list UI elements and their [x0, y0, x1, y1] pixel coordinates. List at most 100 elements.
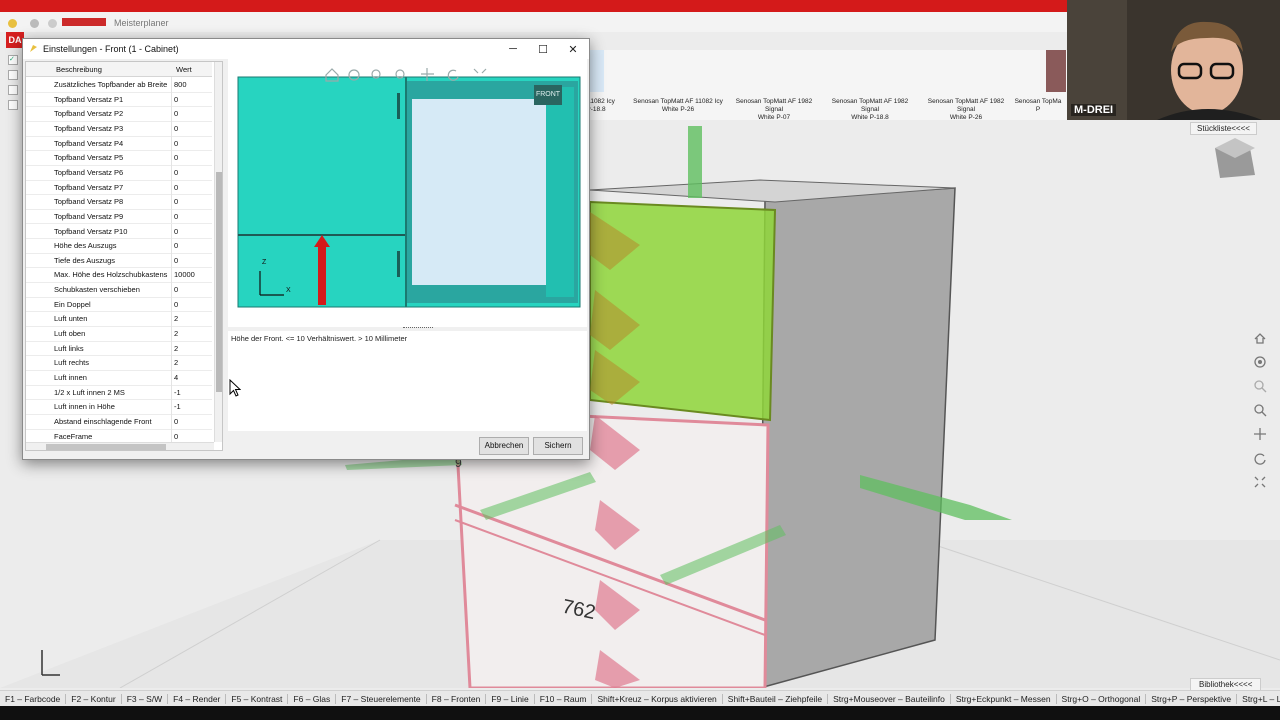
- zoom-icon[interactable]: [1250, 400, 1270, 420]
- shortcut-item: Strg+Mouseover – Bauteilinfo: [828, 694, 951, 704]
- cell-divider: [171, 91, 172, 107]
- property-row[interactable]: Topfband Versatz P5 0: [26, 150, 212, 166]
- maximize-button[interactable]: ☐: [528, 41, 558, 57]
- front-preview[interactable]: FRONT Z X: [228, 59, 587, 327]
- fit-icon[interactable]: [1250, 472, 1270, 492]
- property-row[interactable]: 1/2 x Luft innen 2 MS -1: [26, 384, 212, 401]
- property-row[interactable]: Topfband Versatz P7 0: [26, 179, 212, 196]
- layer-checkbox[interactable]: [8, 85, 18, 95]
- property-value[interactable]: 10000: [174, 270, 212, 279]
- property-row[interactable]: Topfband Versatz P2 0: [26, 106, 212, 122]
- zoom-window-icon[interactable]: [1250, 376, 1270, 396]
- property-row[interactable]: Topfband Versatz P10 0: [26, 223, 212, 240]
- property-row[interactable]: Luft innen in Höhe -1: [26, 399, 212, 415]
- property-row[interactable]: Topfband Versatz P1 0: [26, 91, 212, 108]
- property-value[interactable]: -1: [174, 388, 212, 397]
- shortcut-item: Strg+P – Perspektive: [1146, 694, 1238, 704]
- front-view-label: FRONT: [534, 85, 562, 105]
- material-item[interactable]: Senosan TopMatt AF 1982 Signal White P-1…: [822, 98, 918, 122]
- property-value[interactable]: 0: [174, 285, 212, 294]
- undo-icon[interactable]: [30, 19, 39, 28]
- property-value[interactable]: 0: [174, 212, 212, 221]
- scroll-thumb[interactable]: [216, 172, 222, 392]
- property-value[interactable]: 0: [174, 109, 212, 118]
- rotate-icon[interactable]: [1250, 448, 1270, 468]
- material-item[interactable]: Senosan TopMatt AF 1982 Signal White P-0…: [726, 98, 822, 122]
- property-value[interactable]: -1: [174, 402, 212, 411]
- cell-divider: [171, 355, 172, 370]
- cell-divider: [171, 164, 172, 180]
- dialog-titlebar[interactable]: Einstellungen - Front (1 - Cabinet) ─ ☐ …: [23, 39, 589, 59]
- close-button[interactable]: ✕: [558, 41, 588, 57]
- material-item[interactable]: Senosan TopMatt AF 11082 Icy White P-26: [630, 98, 726, 114]
- property-value[interactable]: 0: [174, 432, 212, 441]
- property-value[interactable]: 4: [174, 373, 212, 382]
- property-row[interactable]: Schubkasten verschieben 0: [26, 282, 212, 298]
- property-row[interactable]: Luft innen 4: [26, 370, 212, 386]
- material-item[interactable]: Senosan TopMa P: [1008, 98, 1068, 114]
- column-header-value[interactable]: Wert: [176, 65, 192, 74]
- save-button[interactable]: Sichern: [533, 437, 583, 455]
- vertical-scrollbar[interactable]: [214, 62, 222, 442]
- panel-splitter[interactable]: [403, 327, 433, 330]
- property-row[interactable]: Luft unten 2: [26, 311, 212, 328]
- property-value[interactable]: 0: [174, 241, 212, 250]
- layer-checkbox[interactable]: [8, 70, 18, 80]
- property-row[interactable]: Luft oben 2: [26, 326, 212, 342]
- property-row[interactable]: Max. Höhe des Holzschubkastens 10000: [26, 267, 212, 284]
- property-row[interactable]: Abstand einschlagende Front 0: [26, 413, 212, 430]
- property-label: Topfband Versatz P7: [54, 182, 124, 192]
- property-value[interactable]: 0: [174, 153, 212, 162]
- property-value[interactable]: 0: [174, 124, 212, 133]
- property-value[interactable]: 2: [174, 329, 212, 338]
- pan-icon[interactable]: [1250, 424, 1270, 444]
- stueckliste-toggle[interactable]: Stückliste<<<<: [1190, 122, 1257, 135]
- material-swatch[interactable]: [588, 50, 604, 92]
- property-row[interactable]: Topfband Versatz P3 0: [26, 120, 212, 137]
- layer-checkbox[interactable]: ✓: [8, 55, 18, 65]
- property-label: Topfband Versatz P9: [54, 211, 124, 221]
- property-row[interactable]: Höhe des Auszugs 0: [26, 238, 212, 254]
- property-row[interactable]: Luft rechts 2: [26, 355, 212, 371]
- cancel-button[interactable]: Abbrechen: [479, 437, 529, 455]
- property-label: Luft innen: [54, 373, 87, 382]
- scroll-thumb[interactable]: [46, 444, 166, 450]
- shortcut-item: F4 – Render: [168, 694, 227, 704]
- layer-checkbox[interactable]: [8, 100, 18, 110]
- property-row[interactable]: Tiefe des Auszugs 0: [26, 252, 212, 269]
- property-value[interactable]: 0: [174, 417, 212, 426]
- property-value[interactable]: 2: [174, 344, 212, 353]
- property-row[interactable]: Topfband Versatz P8 0: [26, 194, 212, 210]
- property-value[interactable]: 0: [174, 227, 212, 236]
- property-grid: Beschreibung Wert Zusätzliches Topfbande…: [25, 61, 223, 451]
- property-value[interactable]: 2: [174, 358, 212, 367]
- minimize-button[interactable]: ─: [498, 41, 528, 57]
- property-row[interactable]: Zusätzliches Topfbander ab Breite 800: [26, 77, 212, 93]
- property-row[interactable]: Luft links 2: [26, 340, 212, 357]
- property-value[interactable]: 0: [174, 95, 212, 104]
- material-swatch[interactable]: [1046, 50, 1066, 92]
- horizontal-scrollbar[interactable]: [26, 442, 214, 450]
- property-row[interactable]: Ein Doppel 0: [26, 296, 212, 313]
- grid-header: Beschreibung Wert: [26, 62, 212, 77]
- property-value[interactable]: 2: [174, 314, 212, 323]
- cell-divider: [171, 252, 172, 268]
- cell-divider: [171, 296, 172, 312]
- redo-icon[interactable]: [48, 19, 57, 28]
- app-title: Meisterplaner: [114, 18, 169, 28]
- property-value[interactable]: 0: [174, 168, 212, 177]
- property-value[interactable]: 800: [174, 80, 212, 89]
- property-value[interactable]: 0: [174, 139, 212, 148]
- property-value[interactable]: 0: [174, 300, 212, 309]
- material-item[interactable]: Senosan TopMatt AF 1982 Signal White P-2…: [918, 98, 1014, 122]
- property-row[interactable]: Topfband Versatz P9 0: [26, 208, 212, 225]
- property-row[interactable]: Topfband Versatz P4 0: [26, 135, 212, 152]
- property-value[interactable]: 0: [174, 183, 212, 192]
- property-value[interactable]: 0: [174, 197, 212, 206]
- property-value[interactable]: 0: [174, 256, 212, 265]
- column-header-description[interactable]: Beschreibung: [56, 65, 102, 74]
- property-label: Topfband Versatz P3: [54, 123, 124, 133]
- orbit-icon[interactable]: [1250, 352, 1270, 372]
- home-icon[interactable]: [1250, 328, 1270, 348]
- property-row[interactable]: Topfband Versatz P6 0: [26, 164, 212, 181]
